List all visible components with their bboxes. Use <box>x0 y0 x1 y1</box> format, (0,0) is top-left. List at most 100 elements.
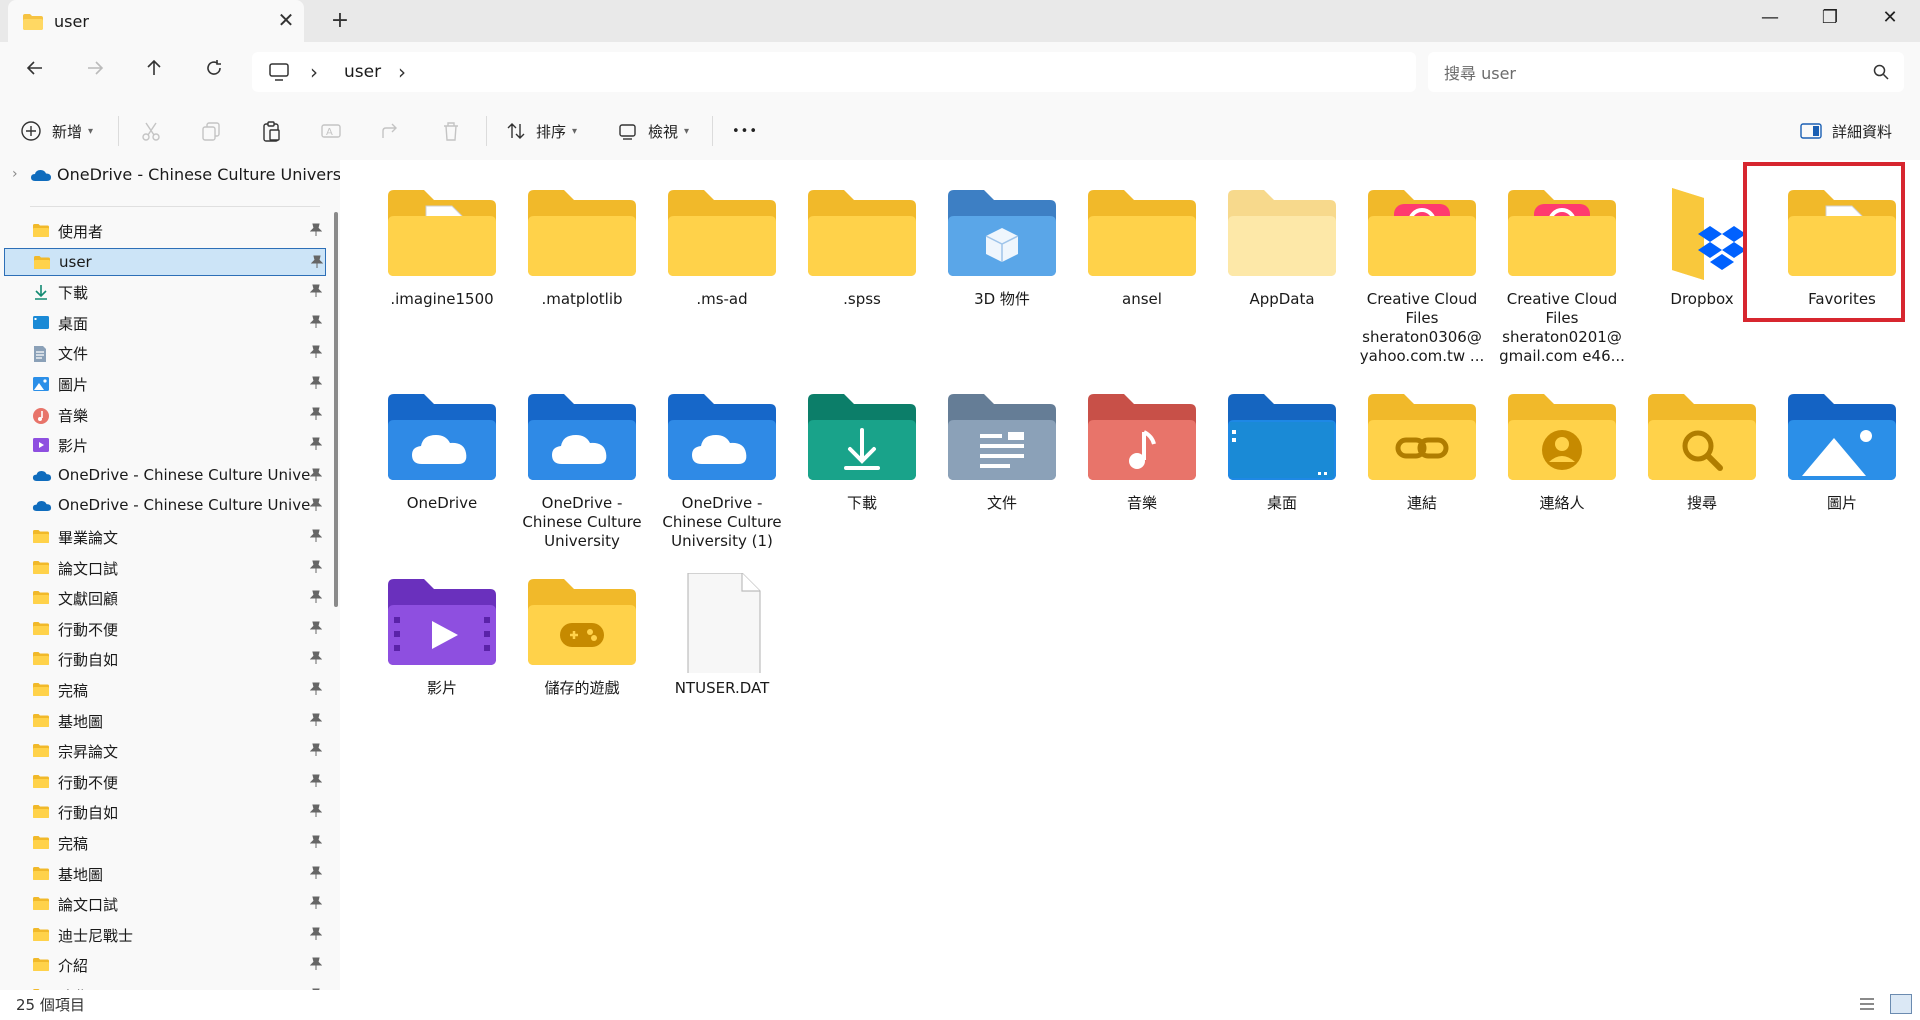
file-item[interactable]: 儲存的遊戲 <box>517 573 647 698</box>
sidebar-item[interactable]: 論文口試 <box>4 890 326 918</box>
rename-icon[interactable]: A <box>320 120 342 142</box>
pin-icon[interactable] <box>309 284 323 302</box>
pin-icon[interactable] <box>310 255 324 273</box>
pin-icon[interactable] <box>309 743 323 761</box>
chevron-right-icon[interactable]: › <box>398 60 406 84</box>
sidebar-item[interactable]: 宗昇論文 <box>4 737 326 765</box>
file-item[interactable]: 搜尋 <box>1637 388 1767 513</box>
file-item[interactable]: 文件 <box>937 388 1067 513</box>
sidebar-item[interactable]: 影片 <box>4 431 326 459</box>
sidebar-item[interactable]: 完稿 <box>4 829 326 857</box>
share-icon[interactable] <box>380 120 402 142</box>
details-pane-button[interactable]: 詳細資料 <box>1800 114 1892 148</box>
chevron-right-icon[interactable]: › <box>12 166 18 182</box>
file-item[interactable]: 音樂 <box>1077 388 1207 513</box>
file-item[interactable]: 桌面 <box>1217 388 1347 513</box>
pin-icon[interactable] <box>309 621 323 639</box>
sidebar-item[interactable]: 基地圖 <box>4 707 326 735</box>
pin-icon[interactable] <box>309 957 323 975</box>
sidebar-item[interactable]: 文獻回顧 <box>4 584 326 612</box>
sidebar-item[interactable]: 下載 <box>4 278 326 306</box>
sidebar-item[interactable]: 行動不便 <box>4 615 326 643</box>
file-item[interactable]: .matplotlib <box>517 184 647 309</box>
sidebar-item[interactable]: 行動不便 <box>4 768 326 796</box>
pin-icon[interactable] <box>309 835 323 853</box>
sidebar-item[interactable]: 介紹 <box>4 951 326 979</box>
cut-icon[interactable] <box>140 120 162 142</box>
pin-icon[interactable] <box>309 774 323 792</box>
sidebar-item[interactable]: 圖片 <box>4 370 326 398</box>
sidebar-item[interactable]: 畢業論文 <box>4 523 326 551</box>
sidebar-item[interactable]: 基地圖 <box>4 860 326 888</box>
pin-icon[interactable] <box>309 376 323 394</box>
minimize-button[interactable]: — <box>1740 0 1800 36</box>
pin-icon[interactable] <box>309 345 323 363</box>
large-icons-view-icon[interactable] <box>1890 994 1912 1014</box>
sidebar-item[interactable]: 行動自如 <box>4 798 326 826</box>
chevron-right-icon[interactable]: › <box>310 60 318 84</box>
tab-user[interactable]: user ✕ <box>8 0 304 42</box>
sidebar-item[interactable]: 完稿 <box>4 676 326 704</box>
pin-icon[interactable] <box>309 560 323 578</box>
file-item[interactable]: Creative Cloud Files sheraton0201@ gmail… <box>1497 184 1627 366</box>
back-button[interactable] <box>18 56 52 88</box>
address-bar[interactable]: › user › <box>252 52 1416 92</box>
sort-button[interactable]: 排序 ▾ <box>506 114 577 148</box>
pin-icon[interactable] <box>309 498 323 516</box>
sidebar-item[interactable]: user <box>4 247 326 276</box>
sidebar-item[interactable]: 歌曲 <box>4 982 326 990</box>
new-button[interactable]: 新增 ▾ <box>20 114 93 148</box>
pin-icon[interactable] <box>309 468 323 486</box>
pin-icon[interactable] <box>309 804 323 822</box>
refresh-button[interactable] <box>197 56 231 88</box>
search-box[interactable] <box>1428 52 1904 92</box>
sidebar-item[interactable]: OneDrive - Chinese Culture University <box>4 492 326 520</box>
search-icon[interactable] <box>1872 63 1890 85</box>
search-input[interactable] <box>1442 60 1846 86</box>
sidebar-scrollbar[interactable] <box>334 212 338 607</box>
sidebar-item[interactable]: 行動自如 <box>4 645 326 673</box>
forward-button[interactable] <box>78 56 112 88</box>
file-item[interactable]: 3D 物件 <box>937 184 1067 309</box>
pin-icon[interactable] <box>309 713 323 731</box>
pin-icon[interactable] <box>309 866 323 884</box>
file-item[interactable]: Creative Cloud Files sheraton0306@ yahoo… <box>1357 184 1487 366</box>
pin-icon[interactable] <box>309 682 323 700</box>
pin-icon[interactable] <box>309 407 323 425</box>
file-item[interactable]: 影片 <box>377 573 507 698</box>
file-item[interactable]: 下載 <box>797 388 927 513</box>
file-item[interactable]: 圖片 <box>1777 388 1907 513</box>
sidebar-item[interactable]: 迪士尼戰士 <box>4 921 326 949</box>
breadcrumb-user[interactable]: user <box>344 62 381 82</box>
sidebar-item[interactable]: 論文口試 <box>4 554 326 582</box>
sidebar-item[interactable]: 使用者 <box>4 217 326 245</box>
up-button[interactable] <box>137 56 171 88</box>
close-tab-icon[interactable]: ✕ <box>274 8 298 32</box>
file-item[interactable]: .ms-ad <box>657 184 787 309</box>
sidebar-item[interactable]: 桌面 <box>4 309 326 337</box>
file-item[interactable]: NTUSER.DAT <box>657 572 787 698</box>
pin-icon[interactable] <box>309 651 323 669</box>
pin-icon[interactable] <box>309 927 323 945</box>
pin-icon[interactable] <box>309 437 323 455</box>
sidebar-item[interactable]: 文件 <box>4 339 326 367</box>
file-item[interactable]: 連結 <box>1357 388 1487 513</box>
delete-icon[interactable] <box>440 120 462 142</box>
file-item[interactable]: ansel <box>1077 184 1207 309</box>
copy-icon[interactable] <box>200 120 222 142</box>
pin-icon[interactable] <box>309 896 323 914</box>
file-item[interactable]: .spss <box>797 184 927 309</box>
close-window-button[interactable]: ✕ <box>1860 0 1920 36</box>
file-item[interactable]: 連絡人 <box>1497 388 1627 513</box>
file-item[interactable]: OneDrive - Chinese Culture University (1… <box>657 388 787 551</box>
sidebar-item-onedrive-root[interactable]: › OneDrive - Chinese Culture University <box>0 160 340 190</box>
file-item[interactable]: OneDrive <box>377 388 507 513</box>
pin-icon[interactable] <box>309 223 323 241</box>
sidebar-item[interactable]: 音樂 <box>4 401 326 429</box>
restore-button[interactable]: ❐ <box>1800 0 1860 36</box>
new-tab-button[interactable]: + <box>328 9 352 33</box>
file-item[interactable]: OneDrive - Chinese Culture University <box>517 388 647 551</box>
paste-icon[interactable] <box>260 120 282 142</box>
more-options-button[interactable]: ••• <box>732 114 758 148</box>
file-item[interactable]: AppData <box>1217 184 1347 309</box>
